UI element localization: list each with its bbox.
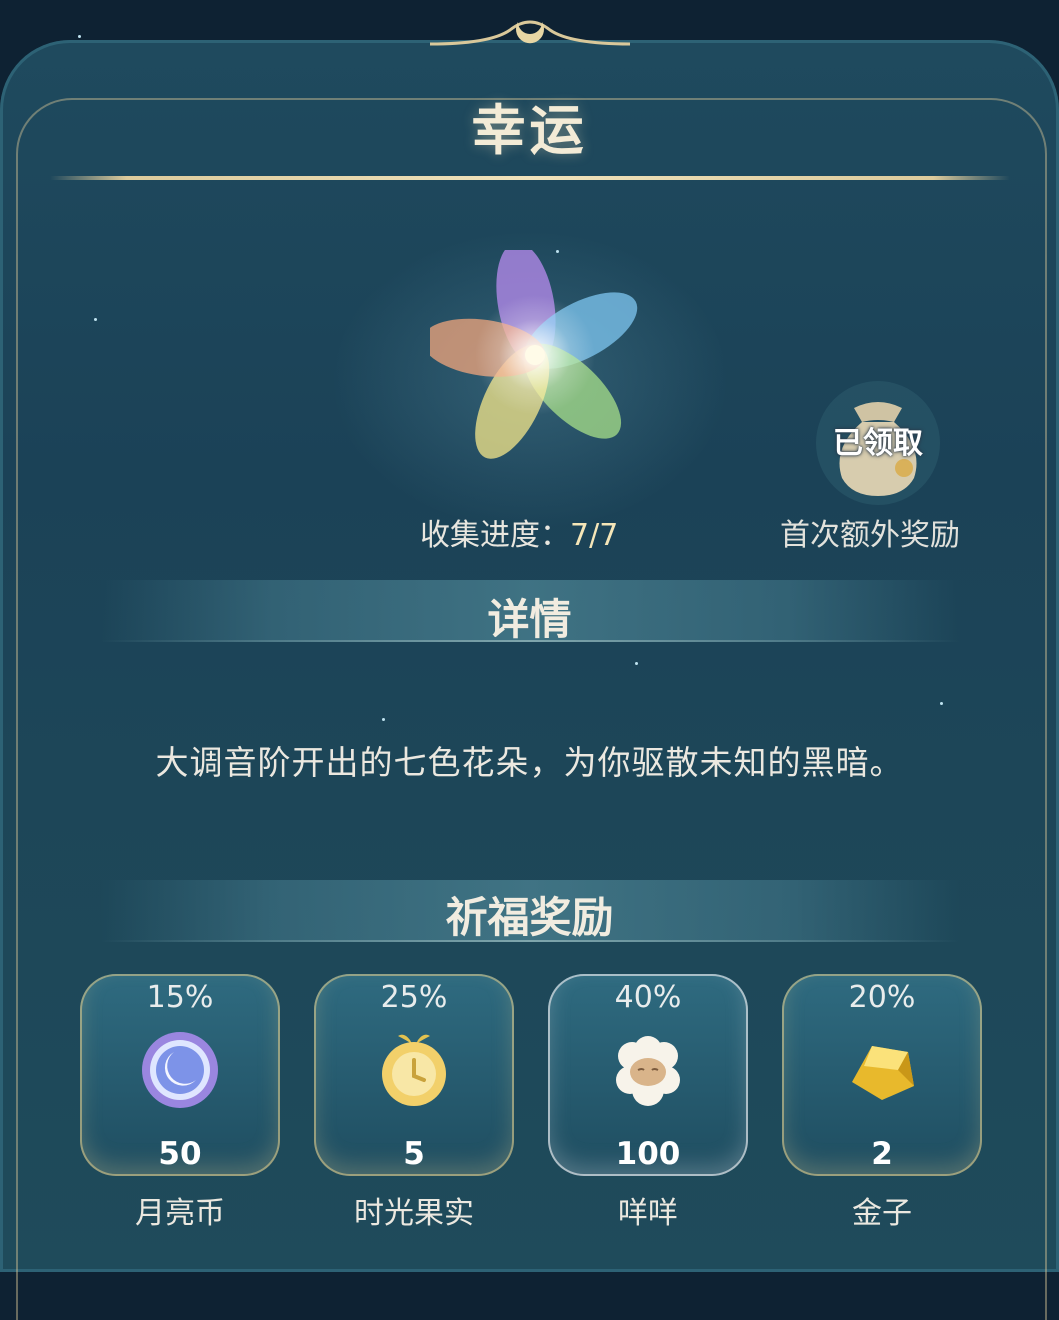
reward-percent: 15% (146, 980, 214, 1015)
star-decoration (94, 318, 97, 321)
star-decoration (635, 662, 638, 665)
rewards-heading: 祈福奖励 (445, 893, 614, 942)
title-divider (50, 176, 1010, 180)
reward-amount: 2 (871, 1136, 893, 1172)
reward-card-time-fruit[interactable]: 25% 5 (314, 974, 514, 1176)
star-decoration (940, 702, 943, 705)
details-heading: 详情 (487, 595, 572, 644)
moon-coin-icon (142, 1032, 218, 1108)
collection-progress-value: 7/7 (570, 518, 619, 553)
collection-progress-label: 收集进度： (420, 518, 570, 553)
time-fruit-icon (382, 1034, 446, 1106)
details-text: 大调音阶开出的七色花朵，为你驱散未知的黑暗。 (155, 743, 904, 782)
reward-percent: 25% (380, 980, 448, 1015)
star-decoration (382, 718, 385, 721)
reward-card-sheep[interactable]: 40% 100 (548, 974, 748, 1176)
gold-icon (852, 1046, 914, 1100)
bonus-label: 首次额外奖励 (780, 518, 960, 553)
sheep-icon (616, 1036, 680, 1106)
reward-amount: 5 (403, 1136, 425, 1172)
reward-card-gold[interactable]: 20% 2 (782, 974, 982, 1176)
reward-percent: 40% (614, 980, 682, 1015)
reward-name: 咩咩 (618, 1196, 678, 1231)
reward-name: 金子 (852, 1196, 912, 1231)
reward-name: 月亮币 (135, 1196, 225, 1231)
reward-card-moon-coin[interactable]: 15% 50 (80, 974, 280, 1176)
reward-amount: 100 (615, 1136, 681, 1172)
reward-amount: 50 (158, 1136, 202, 1172)
page-title: 幸运 (471, 99, 588, 162)
rainbow-flower-icon (430, 250, 638, 459)
reward-name: 时光果实 (354, 1196, 474, 1231)
star-decoration (78, 35, 81, 38)
collection-progress: 收集进度：7/7 (420, 510, 618, 554)
moon-crest-icon (430, 20, 630, 46)
reward-percent: 20% (848, 980, 916, 1015)
bonus-status: 已领取 (833, 426, 923, 461)
